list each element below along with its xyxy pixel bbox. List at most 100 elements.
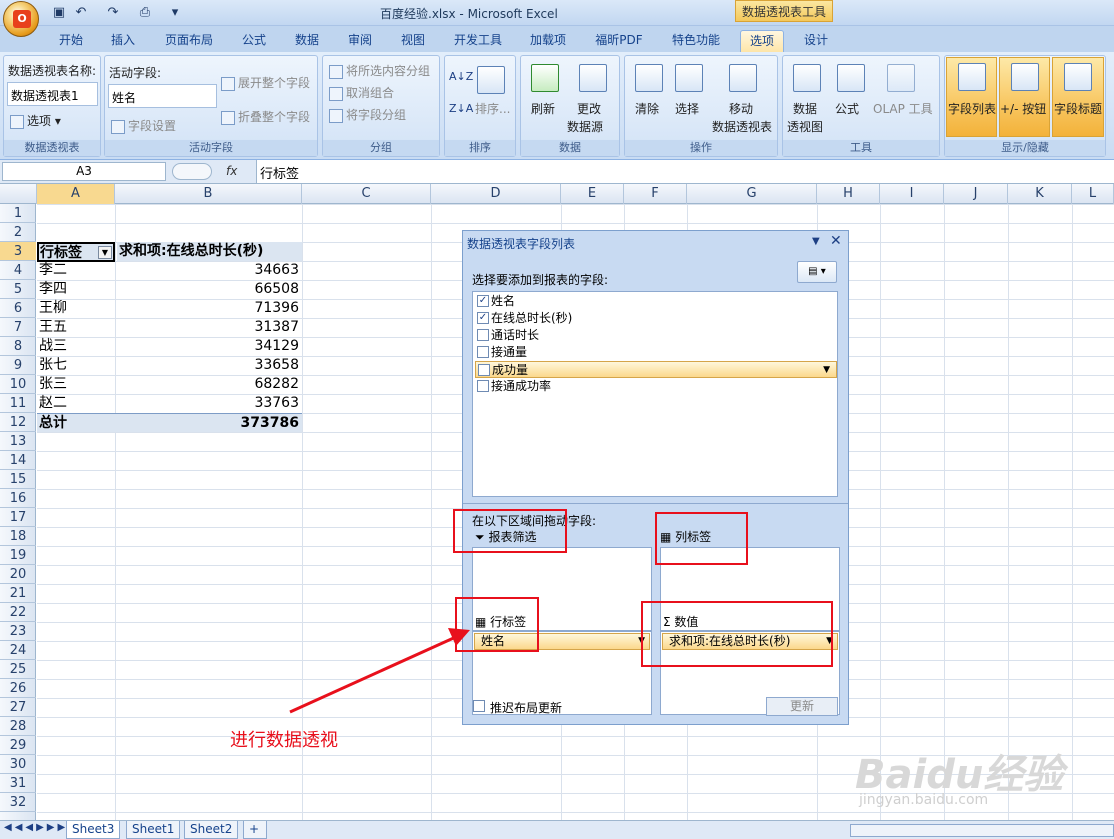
- pivot-row-value[interactable]: 68282: [115, 375, 302, 394]
- expand-field-button[interactable]: 展开整个字段: [221, 74, 310, 91]
- row-header[interactable]: 26: [0, 679, 36, 698]
- row-header[interactable]: 30: [0, 755, 36, 774]
- field-list-item[interactable]: 接通量: [475, 344, 837, 361]
- row-header[interactable]: 13: [0, 432, 36, 451]
- field-list-toggle[interactable]: 字段列表: [946, 57, 997, 137]
- pivot-row-name[interactable]: 王柳: [37, 299, 115, 318]
- pane-close-icon[interactable]: ✕: [830, 233, 842, 249]
- formula-input[interactable]: 行标签: [256, 160, 1114, 183]
- tab-addins[interactable]: 加载项: [522, 30, 574, 52]
- row-header[interactable]: 32: [0, 793, 36, 812]
- sort-za-icon[interactable]: Z↓A: [449, 102, 473, 115]
- row-header[interactable]: 28: [0, 717, 36, 736]
- field-dropdown-icon[interactable]: ▼: [823, 362, 830, 379]
- pivot-row-name[interactable]: 战三: [37, 337, 115, 356]
- field-checkbox[interactable]: ✓: [477, 295, 489, 307]
- pivot-row-value[interactable]: 33658: [115, 356, 302, 375]
- pivot-options-button[interactable]: 选项 ▾: [10, 112, 61, 129]
- row-header[interactable]: 29: [0, 736, 36, 755]
- tab-foxit-pdf[interactable]: 福昕PDF: [587, 30, 651, 52]
- column-header[interactable]: C: [302, 184, 431, 204]
- row-header[interactable]: 3: [0, 242, 36, 261]
- pivotchart-line2[interactable]: 透视图: [787, 118, 823, 135]
- field-settings-button[interactable]: 字段设置: [111, 117, 176, 134]
- row-header[interactable]: 4: [0, 261, 36, 280]
- column-header[interactable]: J: [944, 184, 1008, 204]
- column-header[interactable]: E: [561, 184, 624, 204]
- sheet-nav-arrows-icon[interactable]: ◀◀◀▶▶▶: [4, 822, 68, 833]
- tab-view[interactable]: 视图: [393, 30, 433, 52]
- row-header[interactable]: 15: [0, 470, 36, 489]
- row-header[interactable]: 9: [0, 356, 36, 375]
- pivot-row-label-header[interactable]: 行标签 ▼: [37, 242, 115, 262]
- select-all-corner[interactable]: [0, 184, 37, 204]
- row-header[interactable]: 20: [0, 565, 36, 584]
- sheet-tab[interactable]: Sheet2: [184, 821, 239, 839]
- pivot-row-name[interactable]: 李四: [37, 280, 115, 299]
- row-header[interactable]: 25: [0, 660, 36, 679]
- pivot-total-label[interactable]: 总计: [37, 413, 115, 432]
- pivot-name-input[interactable]: 数据透视表1: [7, 82, 98, 106]
- horizontal-scrollbar[interactable]: [850, 824, 1114, 837]
- row-header[interactable]: 8: [0, 337, 36, 356]
- tab-options[interactable]: 选项: [740, 30, 784, 52]
- active-field-input[interactable]: 姓名: [108, 84, 217, 108]
- row-header[interactable]: 23: [0, 622, 36, 641]
- pane-menu-icon[interactable]: ▼: [812, 236, 820, 247]
- column-header[interactable]: I: [880, 184, 944, 204]
- tab-home[interactable]: 开始: [52, 30, 90, 52]
- sort-button[interactable]: 排序...: [475, 100, 510, 117]
- insert-sheet-icon[interactable]: +: [243, 821, 267, 839]
- tab-insert[interactable]: 插入: [104, 30, 142, 52]
- row-header[interactable]: 6: [0, 299, 36, 318]
- field-list-item[interactable]: 接通成功率: [475, 378, 837, 395]
- field-checkbox[interactable]: [477, 346, 489, 358]
- select-button[interactable]: 选择: [675, 100, 699, 117]
- change-source-button-line1[interactable]: 更改: [577, 100, 601, 117]
- row-header[interactable]: 31: [0, 774, 36, 793]
- move-pivot-line1[interactable]: 移动: [729, 100, 753, 117]
- pivot-row-name[interactable]: 王五: [37, 318, 115, 337]
- column-header[interactable]: D: [431, 184, 561, 204]
- formulas-button[interactable]: 公式: [835, 100, 859, 117]
- tab-design[interactable]: 设计: [796, 30, 836, 52]
- column-header[interactable]: G: [687, 184, 817, 204]
- sheet-tab[interactable]: Sheet3: [66, 821, 121, 839]
- field-list-item[interactable]: 通话时长: [475, 327, 837, 344]
- sheet-tab[interactable]: Sheet1: [126, 821, 181, 839]
- insert-function-icon[interactable]: fx: [226, 164, 237, 178]
- update-button[interactable]: 更新: [766, 697, 838, 716]
- save-icon[interactable]: ▣: [50, 4, 68, 22]
- column-header[interactable]: K: [1008, 184, 1072, 204]
- pivot-row-value[interactable]: 34663: [115, 261, 302, 280]
- tab-features[interactable]: 特色功能: [664, 30, 728, 52]
- field-checkbox[interactable]: ✓: [477, 312, 489, 324]
- column-header[interactable]: B: [115, 184, 302, 204]
- undo-icon[interactable]: ↶: [72, 4, 90, 22]
- column-header[interactable]: H: [817, 184, 880, 204]
- field-checkbox[interactable]: [478, 364, 490, 376]
- redo-icon[interactable]: ↷: [104, 4, 122, 22]
- column-header[interactable]: F: [624, 184, 687, 204]
- group-selection-button[interactable]: 将所选内容分组: [329, 62, 430, 79]
- change-source-button-line2[interactable]: 数据源: [567, 118, 603, 135]
- pivot-row-name[interactable]: 赵二: [37, 394, 115, 413]
- row-header[interactable]: 14: [0, 451, 36, 470]
- move-pivot-line2[interactable]: 数据透视表: [712, 118, 772, 135]
- filter-dropdown-icon[interactable]: ▼: [98, 246, 112, 259]
- row-header[interactable]: 21: [0, 584, 36, 603]
- column-header[interactable]: A: [37, 184, 115, 204]
- row-header[interactable]: 11: [0, 394, 36, 413]
- headers-toggle[interactable]: 字段标题: [1052, 57, 1104, 137]
- pane-splitter[interactable]: [463, 503, 848, 504]
- clear-button[interactable]: 清除: [635, 100, 659, 117]
- row-header[interactable]: 27: [0, 698, 36, 717]
- pivot-row-name[interactable]: 张七: [37, 356, 115, 375]
- buttons-toggle[interactable]: +/- 按钮: [999, 57, 1050, 137]
- row-header[interactable]: 18: [0, 527, 36, 546]
- print-preview-icon[interactable]: ⎙: [136, 4, 154, 22]
- row-header[interactable]: 5: [0, 280, 36, 299]
- olap-tools-button[interactable]: OLAP 工具: [873, 100, 933, 117]
- row-header[interactable]: 10: [0, 375, 36, 394]
- row-header[interactable]: 2: [0, 223, 36, 242]
